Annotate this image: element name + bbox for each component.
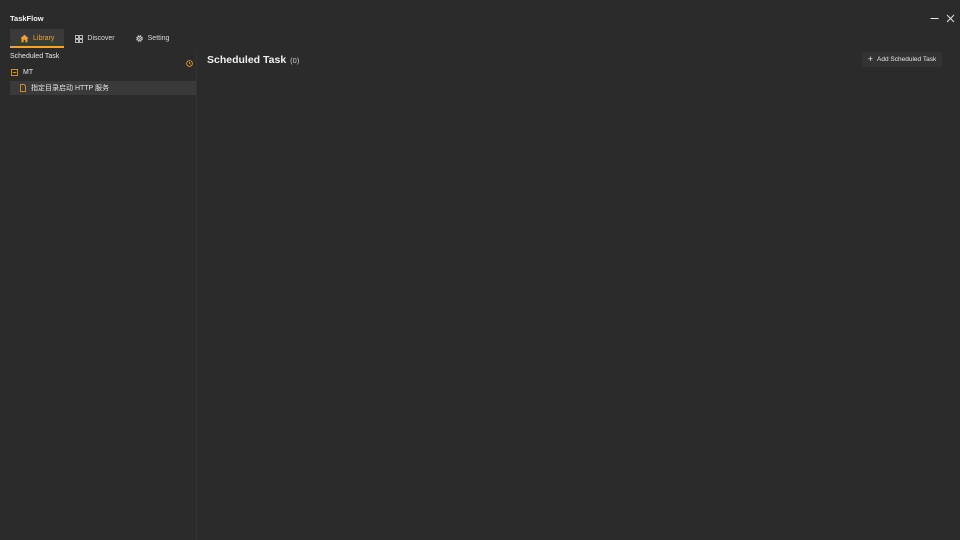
tab-setting[interactable]: Setting	[125, 29, 180, 48]
clock-icon[interactable]	[186, 54, 193, 72]
tab-discover-label: Discover	[87, 35, 115, 42]
title-bar: TaskFlow	[0, 0, 960, 30]
add-scheduled-task-button[interactable]: + Add Scheduled Task	[862, 52, 942, 67]
app-title: TaskFlow	[10, 14, 44, 23]
sidebar: Scheduled Task MT 指定目录启动 HTTP 服务	[0, 50, 197, 540]
plus-icon: +	[867, 54, 874, 64]
file-icon	[20, 84, 26, 92]
sidebar-header: Scheduled Task	[10, 53, 60, 60]
add-scheduled-task-label: Add Scheduled Task	[877, 56, 937, 63]
gear-icon	[135, 35, 143, 42]
page-title: Scheduled Task (0)	[207, 54, 299, 66]
close-icon	[946, 14, 954, 22]
minimize-icon	[930, 17, 938, 19]
tab-library[interactable]: Library	[10, 29, 65, 48]
close-button[interactable]	[942, 10, 958, 26]
page-title-text: Scheduled Task	[207, 54, 287, 66]
tree-item-label: 指定目录启动 HTTP 服务	[31, 85, 110, 92]
tree-item-http-service[interactable]: 指定目录启动 HTTP 服务	[10, 81, 196, 95]
minimize-button[interactable]	[926, 10, 942, 26]
tab-discover[interactable]: Discover	[65, 29, 124, 48]
app-window: TaskFlow Library Discover Setting Schedu…	[0, 0, 960, 540]
tree-group-label: MT	[23, 69, 34, 76]
home-icon	[20, 34, 29, 43]
task-count: (0)	[290, 56, 300, 65]
tab-setting-label: Setting	[147, 35, 170, 42]
tab-library-label: Library	[33, 35, 55, 42]
collapse-icon	[11, 69, 18, 76]
tree-group-mt[interactable]: MT	[11, 69, 33, 76]
grid-icon	[75, 34, 84, 43]
nav-tabs: Library Discover Setting	[10, 29, 179, 48]
